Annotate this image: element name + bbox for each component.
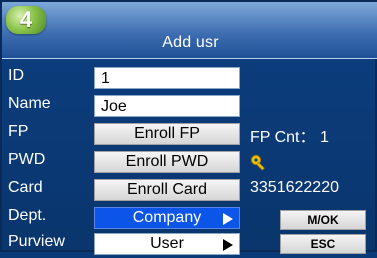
id-label: ID bbox=[8, 67, 24, 84]
enroll-fp-button[interactable]: Enroll FP bbox=[94, 123, 240, 145]
page-title: Add usr bbox=[162, 34, 219, 51]
mok-button[interactable]: M/OK bbox=[280, 210, 366, 230]
device-screen: 4 Add usr ID 1 Name Joe FP Enroll FP FP … bbox=[0, 0, 377, 255]
name-row: Name Joe bbox=[2, 92, 377, 120]
key-icon bbox=[251, 155, 265, 171]
title-bar: 4 Add usr bbox=[2, 2, 377, 59]
esc-button[interactable]: ESC bbox=[280, 234, 366, 254]
id-field[interactable]: 1 bbox=[94, 67, 240, 89]
pwd-label: PWD bbox=[8, 151, 46, 168]
purview-row: Purview User ESC bbox=[2, 230, 377, 258]
purview-value: User bbox=[150, 235, 184, 252]
fp-row: FP Enroll FP FP Cnt： 1 bbox=[2, 120, 377, 148]
name-label: Name bbox=[8, 95, 51, 112]
enroll-pwd-button[interactable]: Enroll PWD bbox=[94, 151, 240, 173]
card-label: Card bbox=[8, 179, 43, 196]
fp-label: FP bbox=[8, 123, 29, 140]
dept-value: Company bbox=[132, 209, 202, 226]
card-row: Card Enroll Card 3351622220 bbox=[2, 176, 377, 204]
card-number: 3351622220 bbox=[250, 179, 339, 196]
arrow-right-icon bbox=[223, 213, 233, 225]
pwd-row: PWD Enroll PWD bbox=[2, 148, 377, 176]
fp-count: FP Cnt： 1 bbox=[250, 129, 329, 146]
dept-row: Dept. Company M/OK bbox=[2, 204, 377, 232]
name-field[interactable]: Joe bbox=[94, 95, 240, 117]
purview-label: Purview bbox=[8, 233, 65, 250]
enroll-card-button[interactable]: Enroll Card bbox=[94, 179, 240, 201]
step-badge: 4 bbox=[6, 6, 46, 34]
dept-label: Dept. bbox=[8, 207, 47, 224]
dept-select[interactable]: Company bbox=[94, 207, 240, 229]
id-row: ID 1 bbox=[2, 64, 377, 92]
arrow-right-icon bbox=[223, 239, 233, 251]
